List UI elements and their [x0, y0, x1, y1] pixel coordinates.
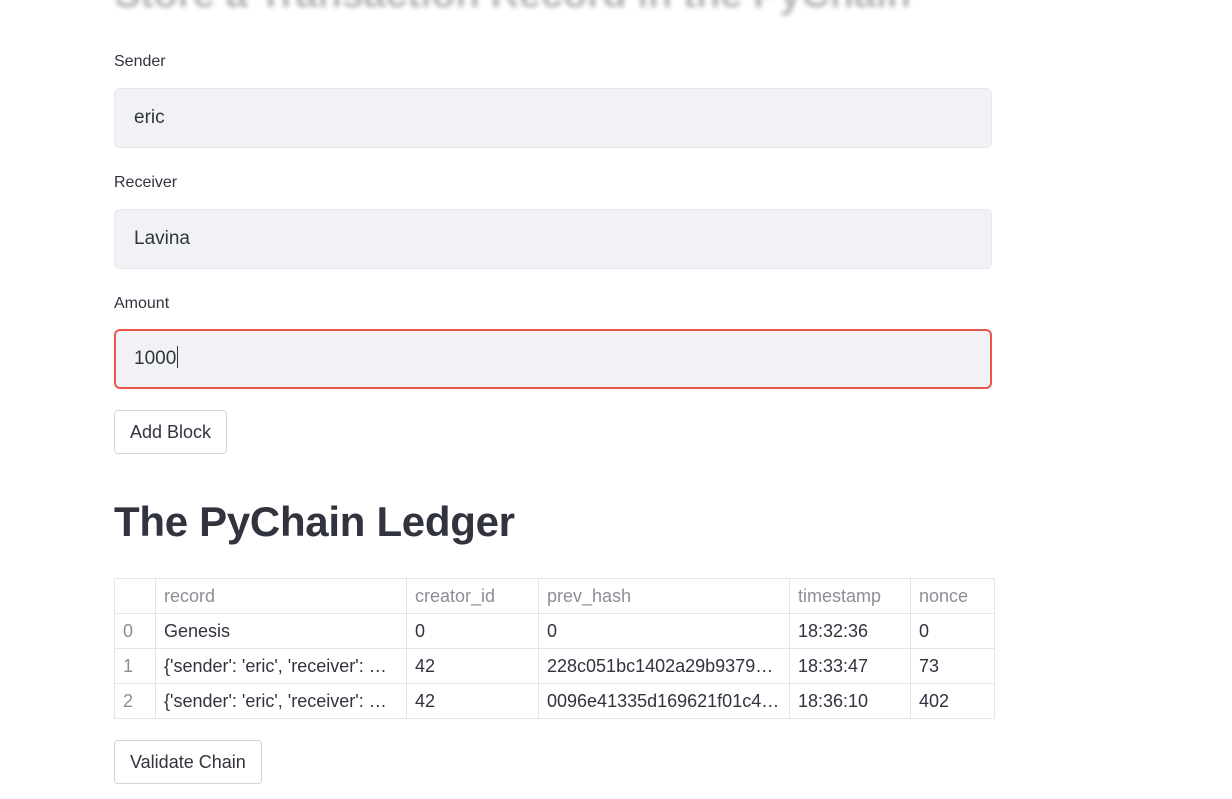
nonce-cell[interactable]: 0	[910, 613, 995, 649]
column-header-timestamp[interactable]: timestamp	[789, 578, 911, 614]
table-row: 2 {'sender': 'eric', 'receiver': … 42 00…	[114, 683, 995, 719]
section-title: Store a Transaction Record in the PyChai…	[114, 0, 911, 17]
creator-id-cell[interactable]: 42	[406, 683, 539, 719]
ledger-table: record creator_id prev_hash timestamp no…	[114, 578, 995, 719]
table-row: 0 Genesis 0 0 18:32:36 0	[114, 613, 995, 649]
nonce-cell[interactable]: 73	[910, 648, 995, 684]
amount-input[interactable]: 1000	[114, 329, 992, 389]
prev-hash-cell[interactable]: 228c051bc1402a29b9379…	[538, 648, 790, 684]
creator-id-cell[interactable]: 0	[406, 613, 539, 649]
table-header-row: record creator_id prev_hash timestamp no…	[114, 578, 995, 614]
validate-chain-button[interactable]: Validate Chain	[114, 740, 262, 784]
timestamp-cell[interactable]: 18:33:47	[789, 648, 911, 684]
receiver-input[interactable]: Lavina	[114, 209, 992, 269]
nonce-cell[interactable]: 402	[910, 683, 995, 719]
column-header-creator-id[interactable]: creator_id	[406, 578, 539, 614]
amount-input-value: 1000	[134, 348, 177, 369]
ledger-title: The PyChain Ledger	[114, 498, 515, 545]
table-row: 1 {'sender': 'eric', 'receiver': … 42 22…	[114, 648, 995, 684]
creator-id-cell[interactable]: 42	[406, 648, 539, 684]
row-index: 1	[114, 648, 156, 684]
record-cell[interactable]: {'sender': 'eric', 'receiver': …	[155, 683, 407, 719]
prev-hash-cell[interactable]: 0	[538, 613, 790, 649]
text-caret	[177, 346, 179, 369]
add-block-button[interactable]: Add Block	[114, 410, 228, 454]
sender-input[interactable]: eric	[114, 88, 992, 148]
record-cell[interactable]: {'sender': 'eric', 'receiver': …	[155, 648, 407, 684]
row-index: 0	[114, 613, 156, 649]
app-page: Store a Transaction Record in the PyChai…	[0, 0, 1232, 799]
column-header-record[interactable]: record	[155, 578, 407, 614]
row-index: 2	[114, 683, 156, 719]
sender-label: Sender	[114, 53, 166, 70]
sender-input-value: eric	[134, 107, 165, 128]
amount-label: Amount	[114, 295, 170, 312]
column-header-nonce[interactable]: nonce	[910, 578, 995, 614]
column-header-prev-hash[interactable]: prev_hash	[538, 578, 790, 614]
receiver-input-value: Lavina	[134, 228, 190, 249]
column-header-index[interactable]	[114, 578, 156, 614]
prev-hash-cell[interactable]: 0096e41335d169621f01c4…	[538, 683, 790, 719]
timestamp-cell[interactable]: 18:36:10	[789, 683, 911, 719]
receiver-label: Receiver	[114, 174, 178, 191]
record-cell[interactable]: Genesis	[155, 613, 407, 649]
timestamp-cell[interactable]: 18:32:36	[789, 613, 911, 649]
